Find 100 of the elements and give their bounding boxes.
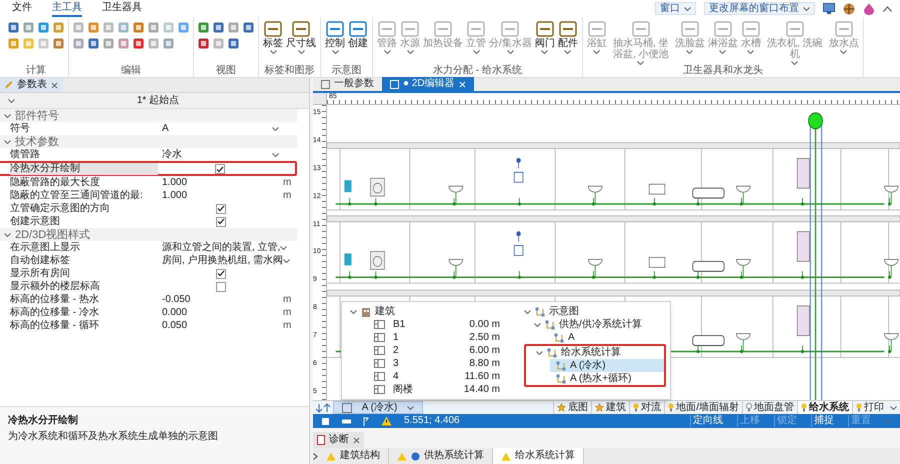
tool-icon: [148, 22, 159, 33]
pencil-icon: [4, 80, 13, 90]
droplet-icon[interactable]: [863, 2, 875, 14]
tool-icon: [73, 38, 84, 49]
property-label: 自动创建标签: [10, 254, 71, 266]
value-field[interactable]: -0.050: [158, 294, 283, 306]
tree-node[interactable]: 示意图: [524, 305, 662, 318]
section-header[interactable]: 部件符号: [0, 109, 297, 122]
diagram-icon: [554, 332, 564, 342]
tool-icon: [163, 38, 174, 49]
ribbon-button[interactable]: 创建: [348, 20, 368, 49]
tree-item[interactable]: A (冷水): [550, 359, 664, 372]
tree-item[interactable]: 阁楼 14.40 m: [350, 383, 500, 396]
tool-icon: [228, 22, 239, 33]
dropdown-field[interactable]: 房间, 户用换热机组, 需水阀: [158, 254, 294, 267]
checkbox[interactable]: [216, 282, 226, 292]
warning-icon: [501, 452, 511, 460]
value-field[interactable]: 1.000: [158, 190, 283, 202]
property-label: 隐蔽管路的最大长度: [10, 176, 101, 188]
tool-icon: [148, 38, 159, 49]
tool-icon: [73, 22, 84, 33]
tool-icon: [630, 20, 651, 38]
arrows-icon[interactable]: [315, 402, 331, 412]
lightbulb-icon: [633, 403, 640, 412]
property-label: 冷热水分开绘制: [10, 163, 158, 175]
status-toggle[interactable]: 捕捉: [811, 415, 836, 427]
checkbox[interactable]: [216, 204, 226, 214]
property-label: 隐蔽的立管至三通间管道的最:: [10, 190, 144, 202]
tool-icon: [325, 20, 345, 38]
close-icon[interactable]: [51, 82, 58, 88]
tree-item[interactable]: 1 2.50 m: [350, 331, 500, 344]
document-icon: [390, 80, 399, 88]
tool-icon: [133, 22, 144, 33]
warning-icon: [397, 452, 407, 460]
checkbox[interactable]: [216, 216, 226, 226]
diagnostic-tab[interactable]: 建筑结构: [318, 448, 389, 464]
tree-node[interactable]: 给水系统计算: [526, 346, 664, 359]
description-title: 冷热水分开绘制: [8, 415, 79, 427]
dropdown-field[interactable]: 冷水: [158, 148, 283, 161]
layer-dropdown[interactable]: A (冷水): [333, 401, 423, 414]
monitor-icon[interactable]: [823, 3, 835, 14]
tree-item[interactable]: B1 0.00 m: [350, 318, 500, 331]
editor-tab[interactable]: ● 2D编辑器: [382, 77, 474, 91]
tree-node[interactable]: 供热/供冷系统计算: [524, 318, 662, 331]
status-toggle[interactable]: 定向线: [690, 415, 725, 427]
diagnostic-tab[interactable]: 给水系统计算: [493, 448, 584, 464]
group-title: 卫生器具和水龙头: [682, 65, 764, 77]
tree-item[interactable]: 3 8.80 m: [350, 357, 500, 370]
ribbon-button[interactable]: 尺寸线: [286, 20, 316, 54]
panel-tab[interactable]: 参数表: [0, 78, 62, 92]
tool-icon: [118, 38, 129, 49]
lightbulb-icon: [856, 403, 862, 412]
editor-tab[interactable]: 一般参数: [313, 77, 382, 91]
tool-icon: [500, 20, 520, 38]
caret-icon: [407, 406, 414, 410]
tool-icon: [377, 20, 397, 38]
tool-icon: [740, 20, 761, 38]
tree-item[interactable]: 2 6.00 m: [350, 344, 500, 357]
ribbon-button[interactable]: 控制: [325, 20, 345, 54]
menu-tab[interactable]: 卫生器具: [102, 2, 142, 17]
close-icon[interactable]: [353, 436, 360, 444]
tree-node[interactable]: 建筑: [350, 305, 500, 318]
building-icon: [361, 306, 371, 316]
checkbox[interactable]: [216, 268, 226, 278]
value-field[interactable]: 0.050: [158, 320, 283, 332]
group-title: 编辑: [120, 65, 142, 77]
value-field[interactable]: 1.000: [158, 176, 283, 188]
caret-icon: [280, 246, 288, 250]
tool-icon: [712, 20, 733, 38]
section-header[interactable]: 技术参数: [0, 135, 297, 148]
panel-tab[interactable]: 诊断: [313, 432, 364, 448]
collapse-icon[interactable]: [883, 6, 892, 12]
dropdown-field[interactable]: A: [158, 122, 283, 135]
lightbulb-icon: [668, 403, 674, 412]
floor-plan-icon: [374, 333, 385, 342]
tool-icon: [433, 20, 453, 38]
tool-icon: [38, 22, 49, 33]
tool-icon: [228, 38, 239, 49]
value-field[interactable]: 0.000: [158, 306, 283, 318]
tool-icon: [38, 38, 49, 49]
diagram-icon: [556, 360, 566, 370]
tool-icon: [103, 22, 114, 33]
tree-item[interactable]: A (热水+循环): [550, 372, 664, 385]
lightbulb-icon: [746, 403, 752, 412]
globe-icon[interactable]: [843, 2, 855, 14]
dropdown-field[interactable]: 源和立管之间的装置, 立管,: [158, 241, 292, 254]
section-header[interactable]: 2D/3D视图样式: [0, 228, 297, 241]
property-label: 标高的位移量 - 热水: [10, 294, 100, 306]
dropdown[interactable]: 更改屏幕的窗口布置: [704, 2, 815, 15]
tree-item[interactable]: A: [548, 331, 662, 344]
menu-tab[interactable]: 文件: [12, 2, 32, 17]
tree-item[interactable]: 4 11.60 m: [350, 370, 500, 383]
floor-plan-icon: [374, 372, 385, 381]
checkbox[interactable]: [214, 164, 224, 174]
ribbon-button[interactable]: 标签: [263, 20, 283, 54]
layer-button[interactable]: 给水系统: [797, 401, 852, 414]
ribbon-button[interactable]: 阀门: [534, 20, 555, 54]
dropdown[interactable]: 窗口: [655, 2, 696, 15]
ribbon-button[interactable]: 配件: [558, 20, 578, 54]
tool-icon: [534, 20, 555, 38]
